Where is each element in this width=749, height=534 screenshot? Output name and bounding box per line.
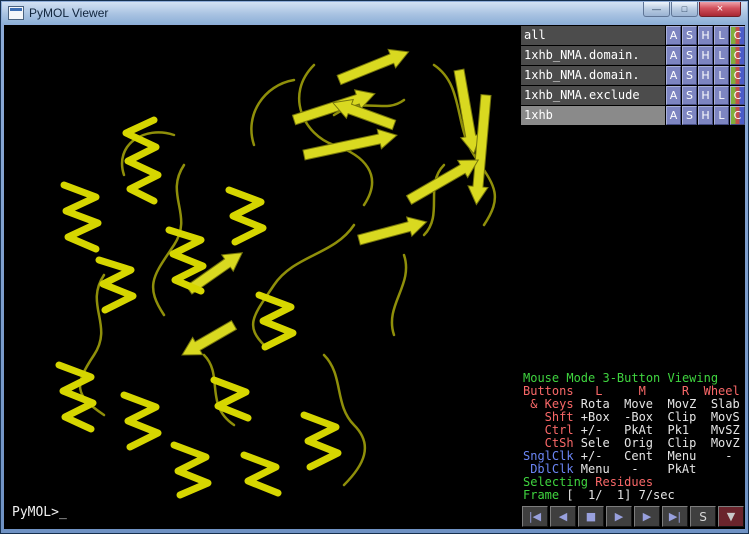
action-button[interactable]: A (666, 66, 681, 85)
sidebar: all A S H L C 1xhb_NMA.domain. A S H L C… (521, 25, 745, 529)
object-row-active: 1xhb A S H L C (521, 106, 745, 125)
maximize-button[interactable]: □ (671, 2, 698, 17)
object-name[interactable]: all (521, 26, 665, 45)
object-row: 1xhb_NMA.domain. A S H L C (521, 66, 745, 85)
frame-indicator: Frame [ 1/ 1] 7/sec (523, 489, 745, 502)
stop-button[interactable]: ■ (578, 506, 604, 527)
label-button[interactable]: L (714, 26, 729, 45)
play-button[interactable]: ▶ (606, 506, 632, 527)
object-name[interactable]: 1xhb (521, 106, 665, 125)
object-row: 1xhb_NMA.domain. A S H L C (521, 46, 745, 65)
color-button[interactable]: C (730, 46, 745, 65)
pymol-window: PyMOL Viewer — □ × (0, 0, 749, 534)
action-button[interactable]: A (666, 46, 681, 65)
rewind-button[interactable]: |◀ (522, 506, 548, 527)
panel-menu-button[interactable]: ▼ (718, 506, 744, 527)
object-row: all A S H L C (521, 26, 745, 45)
beta-sheets-group (177, 43, 496, 364)
show-button[interactable]: S (682, 46, 697, 65)
show-button[interactable]: S (682, 106, 697, 125)
hide-button[interactable]: H (698, 46, 713, 65)
client-area: PyMOL>_ all A S H L C 1xhb_NMA.domain. A… (4, 25, 745, 529)
helices-group (59, 120, 338, 495)
hide-button[interactable]: H (698, 66, 713, 85)
mouse-mode-panel: Mouse Mode 3-Button Viewing Buttons L M … (521, 370, 745, 505)
close-button[interactable]: × (699, 2, 741, 17)
show-button[interactable]: S (682, 26, 697, 45)
label-button[interactable]: L (714, 86, 729, 105)
protein-structure[interactable] (4, 25, 521, 529)
object-name[interactable]: 1xhb_NMA.domain. (521, 66, 665, 85)
color-button[interactable]: C (730, 86, 745, 105)
label-button[interactable]: L (714, 106, 729, 125)
object-row: 1xhb_NMA.exclude A S H L C (521, 86, 745, 105)
color-button[interactable]: C (730, 26, 745, 45)
hide-button[interactable]: H (698, 26, 713, 45)
sidebar-spacer (521, 126, 745, 370)
object-name[interactable]: 1xhb_NMA.exclude (521, 86, 665, 105)
label-button[interactable]: L (714, 46, 729, 65)
object-name[interactable]: 1xhb_NMA.domain. (521, 46, 665, 65)
action-button[interactable]: A (666, 86, 681, 105)
minimize-button[interactable]: — (643, 2, 670, 17)
app-icon (8, 6, 24, 20)
window-controls: — □ × (642, 2, 741, 17)
window-titlebar[interactable]: PyMOL Viewer — □ × (2, 2, 747, 24)
3d-viewport[interactable]: PyMOL>_ (4, 25, 521, 529)
action-button[interactable]: A (666, 106, 681, 125)
command-prompt[interactable]: PyMOL>_ (12, 505, 67, 520)
window-title: PyMOL Viewer (29, 6, 108, 20)
color-button[interactable]: C (730, 106, 745, 125)
step-back-button[interactable]: ◀ (550, 506, 576, 527)
action-button[interactable]: A (666, 26, 681, 45)
app-icon-detail (10, 8, 22, 11)
scene-button[interactable]: S (690, 506, 716, 527)
show-button[interactable]: S (682, 66, 697, 85)
hide-button[interactable]: H (698, 86, 713, 105)
label-button[interactable]: L (714, 66, 729, 85)
hide-button[interactable]: H (698, 106, 713, 125)
movie-controls: |◀ ◀ ■ ▶ ▶ ▶| S ▼ (521, 505, 745, 529)
step-forward-button[interactable]: ▶ (634, 506, 660, 527)
object-list: all A S H L C 1xhb_NMA.domain. A S H L C… (521, 25, 745, 126)
end-button[interactable]: ▶| (662, 506, 688, 527)
show-button[interactable]: S (682, 86, 697, 105)
color-button[interactable]: C (730, 66, 745, 85)
